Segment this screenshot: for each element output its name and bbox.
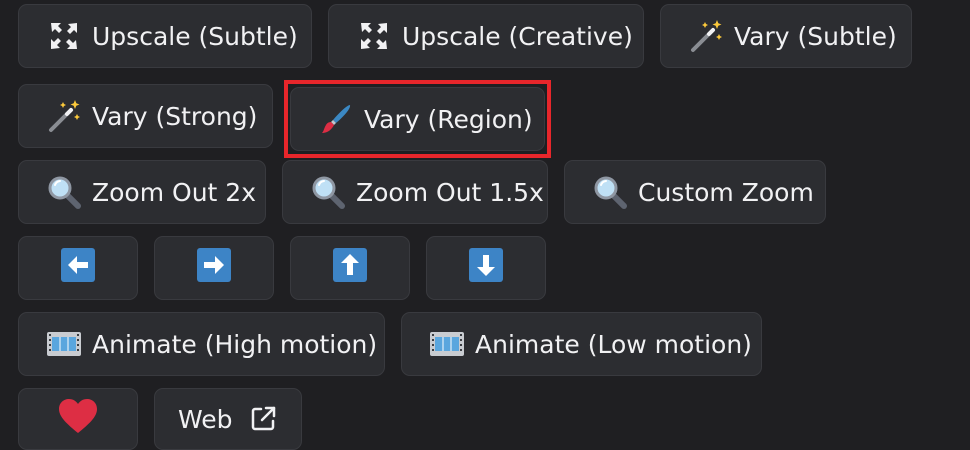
upscale-subtle-label: Upscale (Subtle) [92, 21, 298, 51]
expand-arrows-icon [356, 18, 392, 54]
animate-high-motion-button[interactable]: Animate (High motion) [18, 312, 385, 376]
vary-region-label: Vary (Region) [364, 104, 533, 134]
vary-strong-label: Vary (Strong) [92, 101, 258, 131]
web-link-button[interactable]: Web [154, 388, 302, 450]
upscale-subtle-button[interactable]: Upscale (Subtle) [18, 4, 312, 68]
film-frames-icon [429, 326, 465, 362]
arrow-up-icon [332, 247, 368, 289]
animate-high-motion-label: Animate (High motion) [92, 329, 378, 359]
vary-strong-button[interactable]: Vary (Strong) [18, 84, 273, 148]
pan-up-button[interactable] [290, 236, 410, 300]
zoom-out-1-5x-label: Zoom Out 1.5x [356, 177, 544, 207]
arrow-down-icon [468, 247, 504, 289]
upscale-creative-button[interactable]: Upscale (Creative) [328, 4, 644, 68]
upscale-creative-label: Upscale (Creative) [402, 21, 633, 51]
custom-zoom-button[interactable]: Custom Zoom [564, 160, 826, 224]
arrow-right-icon [196, 247, 232, 289]
arrow-left-icon [60, 247, 96, 289]
animate-low-motion-label: Animate (Low motion) [475, 329, 752, 359]
magic-wand-icon [46, 98, 82, 134]
zoom-out-2x-button[interactable]: Zoom Out 2x [18, 160, 266, 224]
web-label: Web [178, 404, 233, 434]
custom-zoom-label: Custom Zoom [638, 177, 814, 207]
magnifier-icon [310, 174, 346, 210]
animate-low-motion-button[interactable]: Animate (Low motion) [401, 312, 762, 376]
favorite-button[interactable] [18, 388, 138, 450]
magnifier-icon [46, 174, 82, 210]
vary-subtle-button[interactable]: Vary (Subtle) [660, 4, 912, 68]
pan-down-button[interactable] [426, 236, 546, 300]
vary-subtle-label: Vary (Subtle) [734, 21, 897, 51]
zoom-out-1-5x-button[interactable]: Zoom Out 1.5x [282, 160, 548, 224]
magic-wand-icon [688, 18, 724, 54]
expand-arrows-icon [46, 18, 82, 54]
pan-right-button[interactable] [154, 236, 274, 300]
vary-region-button[interactable]: Vary (Region) [290, 87, 545, 151]
zoom-out-2x-label: Zoom Out 2x [92, 177, 256, 207]
magnifier-icon [592, 174, 628, 210]
pan-left-button[interactable] [18, 236, 138, 300]
film-frames-icon [46, 326, 82, 362]
paintbrush-icon [318, 101, 354, 137]
heart-icon [58, 398, 98, 440]
external-link-icon [249, 405, 277, 433]
